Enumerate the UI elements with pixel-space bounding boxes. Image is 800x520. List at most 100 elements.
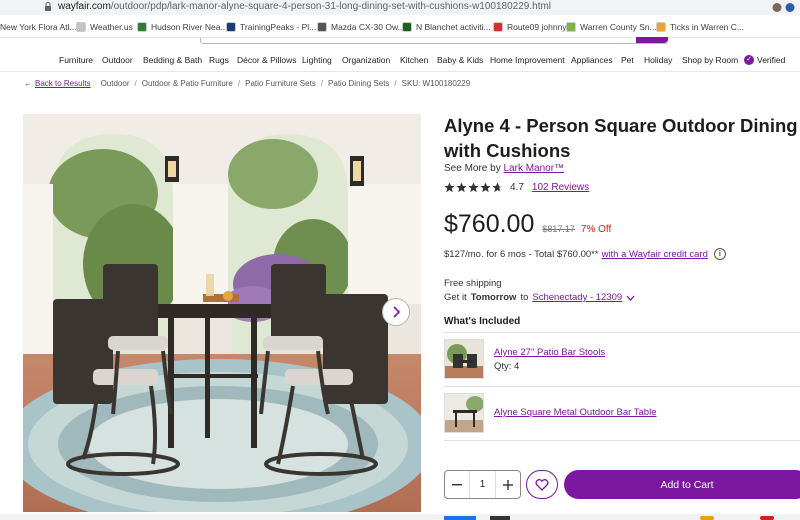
quantity-stepper[interactable]: 1	[444, 470, 521, 499]
bottom-strip	[0, 514, 800, 520]
nav-category[interactable]: Organization	[342, 55, 390, 65]
delivery-to-label: to	[520, 292, 529, 303]
minus-icon	[452, 483, 462, 485]
reviews-link[interactable]: 102 Reviews	[532, 182, 589, 193]
site-search-bar[interactable]	[200, 37, 668, 44]
search-button[interactable]	[636, 37, 668, 43]
mazda-icon	[317, 22, 327, 32]
taskbar-item-2[interactable]	[490, 516, 510, 520]
lock-icon	[45, 2, 51, 11]
star-icon	[480, 182, 491, 193]
nav-category[interactable]: Kitchen	[400, 55, 428, 65]
patio-scene-illustration	[23, 114, 421, 512]
bookmark-item[interactable]: N Blanchet activiti...	[402, 20, 491, 34]
divider	[444, 386, 800, 387]
breadcrumb-separator: /	[134, 79, 137, 88]
nav-category[interactable]: Outdoor	[102, 55, 133, 65]
bar-table-thumbnail[interactable]	[444, 393, 484, 433]
info-icon[interactable]: i	[713, 248, 726, 260]
add-to-favorites-button[interactable]	[526, 470, 558, 499]
category-nav: Furniture Outdoor Bedding & Bath Rugs Décor …	[0, 52, 800, 70]
star-icon	[492, 182, 503, 193]
breadcrumb-link[interactable]: Outdoor	[101, 79, 130, 88]
plus-icon	[503, 479, 513, 490]
cloud-icon	[76, 22, 86, 32]
increment-button[interactable]	[496, 471, 520, 498]
original-price: $817.17	[542, 224, 575, 234]
nav-category[interactable]: Furniture	[59, 55, 93, 65]
next-image-button[interactable]	[382, 298, 410, 326]
nav-category[interactable]: Baby & Kids	[437, 55, 483, 65]
nav-category[interactable]: Décor & Pillows	[237, 55, 297, 65]
nav-category[interactable]: Lighting	[302, 55, 332, 65]
bookmark-label: New York Flora Atl...	[0, 22, 77, 32]
nav-category[interactable]: Pet	[621, 55, 634, 65]
back-to-results-link[interactable]: Back to Results	[35, 79, 91, 88]
bookmark-item[interactable]: TrainingPeaks - Pl...	[226, 20, 316, 34]
back-arrow-icon: ←	[24, 79, 32, 88]
decrement-button[interactable]	[445, 471, 469, 498]
divider	[444, 332, 800, 333]
bar-table-link[interactable]: Alyne Square Metal Outdoor Bar Table	[494, 407, 656, 418]
see-more-label: See More by	[444, 163, 501, 174]
chevron-down-icon[interactable]	[626, 295, 635, 301]
url-domain: wayfair.com	[58, 1, 111, 12]
taskbar-item-4[interactable]	[760, 516, 774, 520]
breadcrumb: ← Back to Results Outdoor / Outdoor & Pati…	[24, 79, 470, 88]
nav-category[interactable]: Bedding & Bath	[143, 55, 202, 65]
bar-stools-image	[445, 340, 483, 378]
nav-category[interactable]: Shop by Room	[682, 55, 738, 65]
nav-category[interactable]: Appliances	[571, 55, 613, 65]
whats-included-heading: What's Included	[444, 316, 521, 327]
taskbar-item-1[interactable]	[444, 516, 476, 520]
breadcrumb-link[interactable]: Outdoor & Patio Furniture	[142, 79, 233, 88]
delivery-row: Get it Tomorrow to Schenectady - 12309	[444, 292, 635, 303]
free-shipping-text: Free shipping	[444, 278, 502, 289]
url-text[interactable]: wayfair.com/outdoor/pdp/lark-manor-alyne…	[58, 1, 551, 13]
bookmark-label: Ticks in Warren C...	[670, 22, 744, 32]
delivery-location-link[interactable]: Schenectady - 12309	[532, 292, 622, 303]
get-it-label: Get it	[444, 292, 467, 303]
trainingpeaks-icon	[226, 22, 236, 32]
included-item[interactable]: Alyne 27" Patio Bar Stools Qty: 4	[444, 339, 800, 379]
credit-card-link[interactable]: with a Wayfair credit card	[602, 249, 708, 260]
bar-stools-link[interactable]: Alyne 27" Patio Bar Stools	[494, 347, 605, 358]
bookmark-item[interactable]: Route09 johnny	[493, 20, 567, 34]
bookmark-item[interactable]: New York Flora Atl...	[0, 20, 77, 34]
bookmark-item[interactable]: Warren County Sn...	[566, 20, 657, 34]
bookmark-label: Route09 johnny	[507, 22, 567, 32]
browser-url-bar[interactable]: wayfair.com/outdoor/pdp/lark-manor-alyne…	[0, 0, 800, 15]
river-icon	[137, 22, 147, 32]
bookmark-item[interactable]: Weather.us	[76, 20, 133, 34]
add-to-cart-button[interactable]: Add to Cart	[564, 470, 800, 499]
bookmark-label: TrainingPeaks - Pl...	[240, 22, 317, 32]
nav-category[interactable]: Home Improvement	[490, 55, 565, 65]
quantity-value[interactable]: 1	[469, 471, 496, 498]
bookmark-item[interactable]: Hudson River Nea...	[137, 20, 228, 34]
included-item[interactable]: Alyne Square Metal Outdoor Bar Table	[444, 393, 800, 433]
star-icon	[468, 182, 479, 193]
taskbar-item-3[interactable]	[700, 516, 714, 520]
sku-label: SKU: W100180229	[401, 79, 471, 88]
nav-category[interactable]: Rugs	[209, 55, 229, 65]
breadcrumb-link[interactable]: Patio Furniture Sets	[245, 79, 316, 88]
bookmark-label: Hudson River Nea...	[151, 22, 228, 32]
verified-label: Verified	[757, 55, 786, 65]
breadcrumb-separator: /	[394, 79, 397, 88]
brand-link[interactable]: Lark Manor™	[503, 163, 564, 174]
financing-text: $127/mo. for 6 mos - Total $760.00**	[444, 248, 599, 260]
bookmark-item[interactable]: Mazda CX-30 Ow...	[317, 20, 405, 34]
shield-icon	[566, 22, 576, 32]
tick-icon	[656, 22, 666, 32]
bookmark-label: Warren County Sn...	[580, 22, 657, 32]
bar-stools-thumbnail[interactable]	[444, 339, 484, 379]
extensions-icon[interactable]	[772, 2, 796, 13]
bookmark-item[interactable]: Ticks in Warren C...	[656, 20, 744, 34]
bookmark-label: Weather.us	[90, 22, 133, 32]
nav-category[interactable]: Holiday	[644, 55, 672, 65]
product-image[interactable]	[23, 114, 421, 512]
star-icon	[444, 182, 455, 193]
breadcrumb-link[interactable]: Patio Dining Sets	[328, 79, 389, 88]
nav-verified[interactable]: ✓ Verified	[744, 55, 785, 65]
heart-icon	[535, 478, 549, 491]
